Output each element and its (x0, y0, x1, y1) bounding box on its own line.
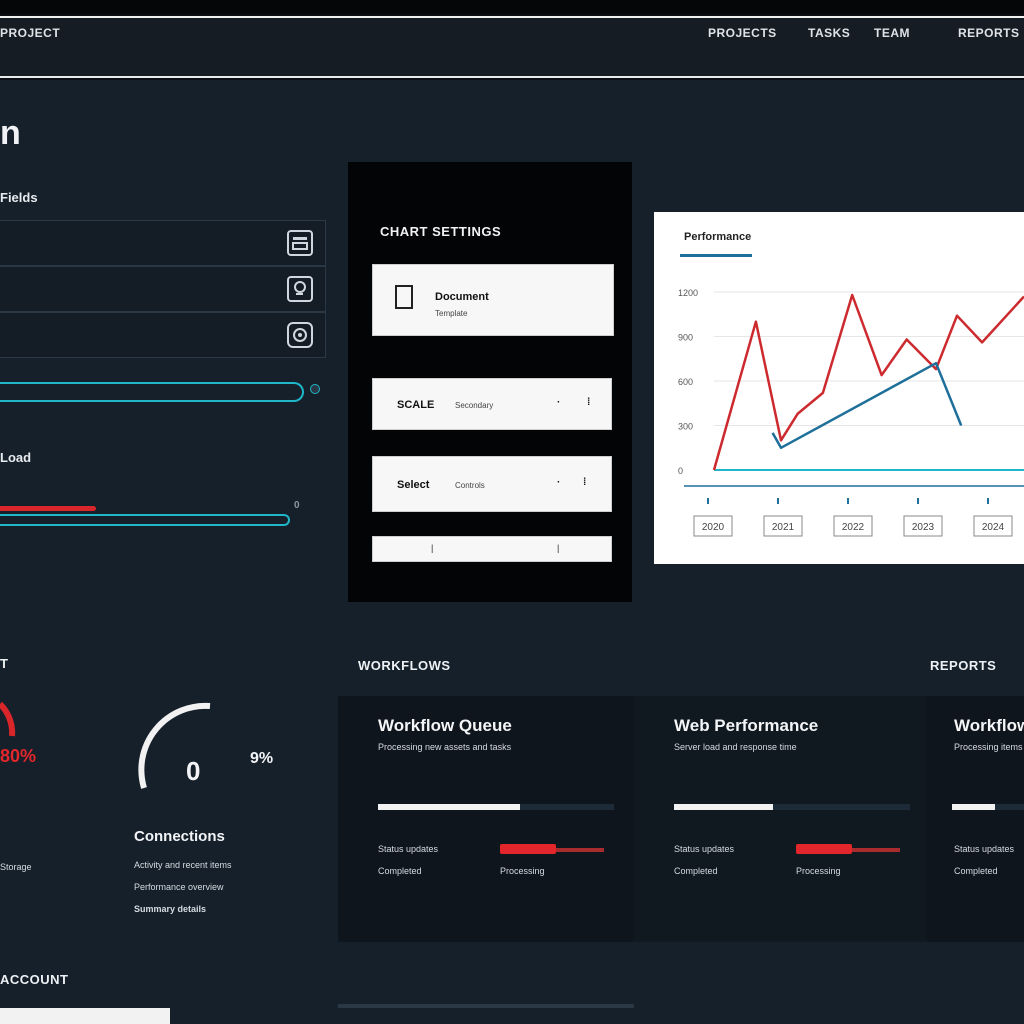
primary-slider-handle[interactable] (310, 384, 320, 394)
center-gauge-value: 0 (186, 756, 201, 786)
text-input-2[interactable] (0, 267, 270, 311)
primary-slider-track[interactable] (0, 382, 304, 402)
slider-section-label: Load (0, 450, 32, 465)
chart-x-tick-label: 2023 (912, 522, 935, 533)
select-card-title: Select (397, 479, 430, 491)
chart-title-underline (680, 254, 752, 257)
select-arrow-icon[interactable]: ⁞ (583, 477, 586, 488)
status-card-title: Workflow (954, 716, 1024, 735)
gauge-line-1: Activity and recent items (134, 860, 232, 870)
select-card[interactable]: Select Controls · ⁞ (372, 456, 612, 512)
status-card-subtitle: Processing items (954, 742, 1023, 752)
left-gauge-line: Storage (0, 862, 32, 872)
status-alert-bar (796, 844, 902, 854)
status-value-2: Processing (796, 866, 841, 876)
gauge-caption: Connections (134, 828, 225, 845)
load-level-fill (0, 506, 96, 511)
load-slider-track[interactable] (0, 514, 290, 526)
nav-item-tasks[interactable]: TASKS (808, 26, 850, 40)
status-key-2: Completed (674, 866, 718, 876)
left-gauge-percent: 80% (0, 746, 37, 766)
form-section-label: Fields (0, 190, 38, 205)
status-progress-fill (952, 804, 996, 810)
document-card-title: Document (435, 291, 489, 303)
chart-settings-title: CHART SETTINGS (380, 224, 502, 239)
brand-logo-text[interactable]: PROJECT (0, 26, 60, 40)
status-key-1: Status updates (674, 844, 735, 854)
load-slider-value: 0 (294, 500, 300, 511)
nav-item-reports[interactable]: REPORTS (958, 26, 1020, 40)
top-navigation-bar (0, 16, 1024, 78)
gauge-line-2: Performance overview (134, 882, 224, 892)
input-row-1 (0, 220, 326, 266)
status-card-web-performance[interactable]: Web Performance Server load and response… (634, 696, 926, 942)
status-key-2: Completed (954, 866, 998, 876)
status-card-workflow-queue[interactable]: Workflow Queue Processing new assets and… (338, 696, 634, 942)
empty-card[interactable]: | | (372, 536, 612, 562)
chart-y-tick-label: 300 (678, 422, 693, 432)
gauge-line-3: Summary details (134, 904, 207, 914)
status-card-title: Workflow Queue (378, 716, 512, 735)
status-value-2: Processing (500, 866, 545, 876)
status-progress-fill (378, 804, 520, 810)
reports-heading: REPORTS (930, 658, 997, 673)
left-gauge (0, 701, 16, 737)
status-card-workflow[interactable]: Workflow Processing items Status updates… (926, 696, 1024, 942)
page-title: n (0, 114, 21, 152)
chart-y-tick-label: 600 (678, 377, 693, 387)
workflows-heading: WORKFLOWS (358, 658, 451, 673)
select-dot-icon[interactable]: · (557, 477, 560, 488)
status-key-1: Status updates (378, 844, 439, 854)
status-card-title: Web Performance (674, 716, 819, 735)
scale-card[interactable]: SCALE Secondary · ⁞ (372, 378, 612, 430)
text-input-3[interactable] (0, 313, 270, 357)
text-input-1[interactable] (0, 221, 270, 265)
chart-y-tick-label: 0 (678, 466, 683, 476)
scale-dot-icon[interactable]: · (557, 397, 560, 408)
empty-card-mark-right: | (557, 543, 560, 553)
chart-series-line-1 (771, 361, 963, 450)
nav-item-projects[interactable]: PROJECTS (708, 26, 777, 40)
account-heading: ACCOUNT (0, 972, 69, 987)
save-icon[interactable] (287, 230, 313, 256)
status-progress-track (674, 804, 910, 810)
input-row-2 (0, 266, 326, 312)
chart-title: Performance (684, 231, 751, 243)
chart-series-line-0 (712, 293, 1024, 471)
chart-y-tick-label: 1200 (678, 288, 698, 298)
status-progress-track (378, 804, 614, 810)
select-card-sub: Controls (455, 481, 485, 490)
empty-card-mark-left: | (431, 543, 434, 553)
status-alert-bar (500, 844, 606, 854)
document-card-sub: Template (435, 309, 468, 318)
chart-x-tick-label: 2020 (702, 522, 725, 533)
center-gauge (138, 702, 211, 789)
left-section-heading: T (0, 656, 9, 671)
status-progress-fill (674, 804, 774, 810)
scale-handle-icon[interactable]: ⁞ (587, 397, 590, 408)
scale-card-sub: Secondary (455, 401, 494, 410)
performance-chart: Performance 1200 900 600 300 0 2020 2021 2022 2… (678, 231, 1024, 537)
status-key-1: Status updates (954, 844, 1015, 854)
window-top-strip (0, 0, 1024, 14)
chart-x-tick-label: 2021 (772, 522, 795, 533)
document-icon (395, 285, 413, 309)
bottom-divider (338, 1004, 634, 1008)
input-row-3 (0, 312, 326, 358)
status-card-subtitle: Processing new assets and tasks (378, 742, 512, 752)
status-progress-track (952, 804, 1024, 810)
nav-item-team[interactable]: TEAM (874, 26, 910, 40)
chart-x-tick-label: 2022 (842, 522, 865, 533)
chart-x-tick-label: 2024 (982, 522, 1005, 533)
performance-chart-panel: Performance 1200 900 600 300 0 2020 2021 2022 2… (654, 212, 1024, 564)
settings-icon[interactable] (287, 322, 313, 348)
center-gauge-percent: 9% (250, 750, 274, 767)
status-card-subtitle: Server load and response time (674, 742, 797, 752)
scale-card-title: SCALE (397, 399, 435, 411)
search-icon[interactable] (287, 276, 313, 302)
chart-y-tick-label: 900 (678, 333, 693, 343)
status-key-2: Completed (378, 866, 422, 876)
bottom-input-bar[interactable] (0, 1008, 170, 1024)
document-card[interactable]: Document Template (372, 264, 614, 336)
